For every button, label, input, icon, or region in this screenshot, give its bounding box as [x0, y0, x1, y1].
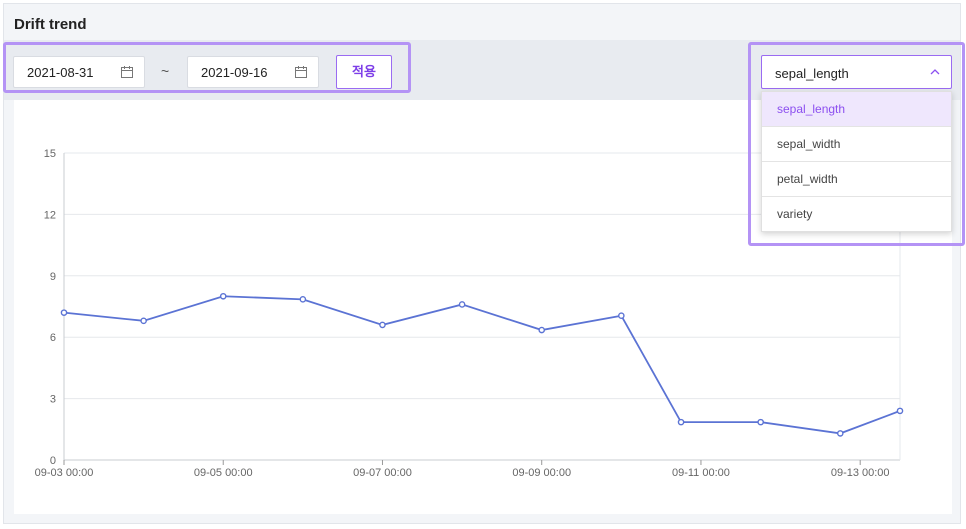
- y-tick-label: 12: [44, 209, 56, 221]
- chevron-up-icon: [929, 66, 941, 81]
- feature-select[interactable]: sepal_length: [761, 55, 952, 89]
- feature-dropdown-menu: sepal_length sepal_width petal_width var…: [761, 91, 952, 232]
- data-point: [757, 418, 764, 426]
- data-point: [458, 301, 466, 308]
- x-tick-label: 09-07 00:00: [353, 467, 412, 479]
- calendar-icon[interactable]: [294, 65, 308, 82]
- end-date-input[interactable]: 2021-09-16: [187, 56, 319, 88]
- data-point: [677, 418, 685, 426]
- data-point: [140, 317, 147, 325]
- x-tick-label: 09-11 00:00: [672, 467, 730, 479]
- data-point: [896, 407, 904, 415]
- x-tick-label: 09-13 00:00: [831, 467, 890, 479]
- dropdown-option-variety[interactable]: variety: [762, 197, 951, 231]
- data-point: [219, 292, 227, 300]
- data-point: [60, 309, 68, 316]
- data-point: [836, 430, 844, 437]
- data-point: [618, 312, 625, 320]
- y-tick-label: 0: [50, 455, 56, 467]
- y-tick-label: 15: [44, 148, 56, 160]
- date-range-separator: ~: [161, 63, 170, 79]
- calendar-icon[interactable]: [120, 65, 134, 82]
- data-point: [538, 326, 546, 334]
- y-tick-label: 3: [50, 394, 56, 406]
- y-tick-label: 9: [50, 271, 56, 283]
- start-date-input[interactable]: 2021-08-31: [13, 56, 145, 88]
- x-tick-label: 09-03 00:00: [35, 467, 94, 479]
- start-date-value: 2021-08-31: [27, 65, 94, 80]
- x-tick-label: 09-05 00:00: [194, 467, 253, 479]
- dropdown-option-petal-width[interactable]: petal_width: [762, 162, 951, 197]
- dropdown-option-sepal-width[interactable]: sepal_width: [762, 127, 951, 162]
- feature-select-value: sepal_length: [775, 66, 849, 81]
- apply-button[interactable]: 적용: [336, 55, 392, 89]
- end-date-value: 2021-09-16: [201, 65, 268, 80]
- y-tick-label: 6: [50, 332, 56, 344]
- data-point: [299, 296, 307, 303]
- x-tick-label: 09-09 00:00: [512, 467, 571, 479]
- data-point: [379, 321, 386, 329]
- series-line: [63, 295, 901, 435]
- panel-title: Drift trend: [14, 16, 87, 33]
- dropdown-option-sepal-length[interactable]: sepal_length: [762, 92, 951, 127]
